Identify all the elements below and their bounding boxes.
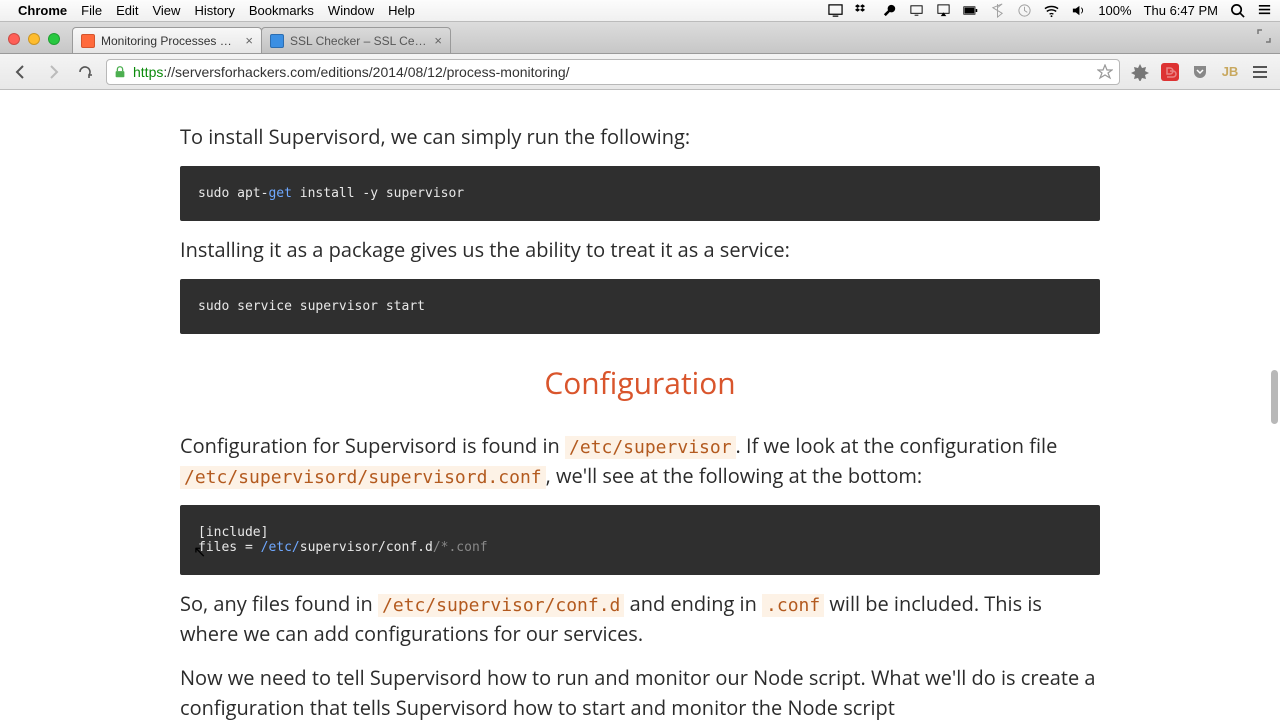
code-block: sudo service supervisor start xyxy=(180,279,1100,334)
battery-icon[interactable] xyxy=(963,3,978,18)
mac-menubar: Chrome File Edit View History Bookmarks … xyxy=(0,0,1280,22)
tool-icon[interactable] xyxy=(882,3,897,18)
display-icon[interactable] xyxy=(909,3,924,18)
close-tab-icon[interactable]: × xyxy=(434,33,442,48)
wifi-icon[interactable] xyxy=(1044,3,1059,18)
forward-button[interactable] xyxy=(42,61,64,83)
code-block: sudo apt-get install -y supervisor xyxy=(180,166,1100,221)
extensions: JB xyxy=(1130,62,1270,82)
scrollbar-thumb[interactable] xyxy=(1271,370,1278,424)
code-block: [include] files = /etc/supervisor/conf.d… xyxy=(180,505,1100,575)
minimize-window-button[interactable] xyxy=(28,33,40,45)
notification-center-icon[interactable] xyxy=(1257,3,1272,18)
favicon-icon xyxy=(81,34,95,48)
lock-icon xyxy=(113,65,127,79)
close-tab-icon[interactable]: × xyxy=(245,33,253,48)
menu-history[interactable]: History xyxy=(194,3,234,18)
favicon-icon xyxy=(270,34,284,48)
inline-code: /etc/supervisor xyxy=(565,436,736,459)
menu-view[interactable]: View xyxy=(152,3,180,18)
close-window-button[interactable] xyxy=(8,33,20,45)
screenshare-icon[interactable] xyxy=(828,3,843,18)
tab-1[interactable]: Monitoring Processes with × xyxy=(72,27,262,53)
tab-title: Monitoring Processes with xyxy=(101,34,239,48)
clock: Thu 6:47 PM xyxy=(1144,3,1218,18)
menu-file[interactable]: File xyxy=(81,3,102,18)
extension-pocket-icon[interactable] xyxy=(1190,62,1210,82)
inline-code: .conf xyxy=(762,594,824,617)
toolbar: https://serversforhackers.com/editions/2… xyxy=(0,54,1280,90)
url-text: ://serversforhackers.com/editions/2014/0… xyxy=(163,64,569,80)
back-button[interactable] xyxy=(10,61,32,83)
tab-strip: Monitoring Processes with × SSL Checker … xyxy=(0,22,1280,54)
menu-help[interactable]: Help xyxy=(388,3,415,18)
battery-percent: 100% xyxy=(1098,3,1131,18)
extension-icon[interactable] xyxy=(1130,62,1150,82)
extension-adblock-icon[interactable] xyxy=(1160,62,1180,82)
reload-button[interactable] xyxy=(74,61,96,83)
address-bar[interactable]: https://serversforhackers.com/editions/2… xyxy=(106,59,1120,85)
paragraph: Now we need to tell Supervisord how to r… xyxy=(180,663,1100,720)
tab-2[interactable]: SSL Checker – SSL Certifica × xyxy=(261,27,451,53)
window-controls xyxy=(8,33,60,45)
chrome-window: Monitoring Processes with × SSL Checker … xyxy=(0,22,1280,720)
new-tab-button[interactable] xyxy=(454,29,480,51)
menu-edit[interactable]: Edit xyxy=(116,3,138,18)
spotlight-icon[interactable] xyxy=(1230,3,1245,18)
timemachine-icon[interactable] xyxy=(1017,3,1032,18)
menu-window[interactable]: Window xyxy=(328,3,374,18)
paragraph: Installing it as a package gives us the … xyxy=(180,235,1100,265)
dropbox-icon[interactable] xyxy=(855,3,870,18)
zoom-window-button[interactable] xyxy=(48,33,60,45)
app-name[interactable]: Chrome xyxy=(18,3,67,18)
menu-bookmarks[interactable]: Bookmarks xyxy=(249,3,314,18)
tab-title: SSL Checker – SSL Certifica xyxy=(290,34,428,48)
inline-code: /etc/supervisor/conf.d xyxy=(378,594,624,617)
section-heading: Configuration xyxy=(180,362,1100,403)
paragraph: To install Supervisord, we can simply ru… xyxy=(180,122,1100,152)
bluetooth-icon[interactable] xyxy=(990,3,1005,18)
fullscreen-toggle-icon[interactable] xyxy=(1256,28,1272,44)
paragraph: Configuration for Supervisord is found i… xyxy=(180,431,1100,491)
extension-jb-icon[interactable]: JB xyxy=(1220,62,1240,82)
article: To install Supervisord, we can simply ru… xyxy=(180,90,1100,720)
inline-code: /etc/supervisord/supervisord.conf xyxy=(180,466,546,489)
url-scheme: https xyxy=(133,64,163,80)
volume-icon[interactable] xyxy=(1071,3,1086,18)
airplay-icon[interactable] xyxy=(936,3,951,18)
bookmark-star-icon[interactable] xyxy=(1097,64,1113,80)
page-viewport[interactable]: To install Supervisord, we can simply ru… xyxy=(0,90,1280,720)
chrome-menu-icon[interactable] xyxy=(1250,62,1270,82)
paragraph: So, any files found in /etc/supervisor/c… xyxy=(180,589,1100,649)
